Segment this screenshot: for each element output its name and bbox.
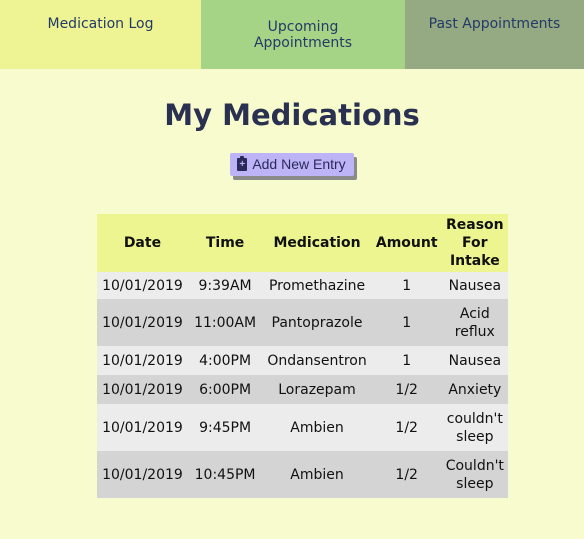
header-time: Time — [187, 214, 263, 272]
cell-medication: Ondansentron — [262, 346, 372, 375]
cell-reason: Anxiety — [441, 375, 508, 404]
cell-amount: 1 — [371, 346, 442, 375]
table-row: 10/01/2019 6:00PM Lorazepam 1/2 Anxiety — [97, 375, 508, 404]
tab-medication-log-label: Medication Log — [47, 15, 154, 32]
cell-reason: Acid reflux — [441, 299, 508, 346]
cell-amount: 1 — [371, 272, 442, 299]
cell-medication: Pantoprazole — [262, 299, 372, 346]
cell-date: 10/01/2019 — [97, 375, 188, 404]
header-amount: Amount — [371, 214, 442, 272]
cell-time: 9:45PM — [187, 404, 263, 451]
medication-table: Date Time Medication Amount Reason For I… — [97, 214, 508, 498]
cell-reason: Nausea — [441, 272, 508, 299]
cell-time: 4:00PM — [187, 346, 263, 375]
cell-medication: Ambien — [262, 451, 372, 498]
cell-date: 10/01/2019 — [97, 404, 188, 451]
add-entry-wrap: Add New Entry — [0, 153, 584, 176]
tab-upcoming-appointments-label: Upcoming Appointments — [253, 18, 353, 51]
cell-time: 11:00AM — [187, 299, 263, 346]
tab-past-appointments-label: Past Appointments — [428, 15, 561, 32]
add-new-entry-label: Add New Entry — [252, 156, 346, 172]
top-nav: Medication Log Upcoming Appointments Pas… — [0, 0, 584, 69]
cell-amount: 1/2 — [371, 375, 442, 404]
table-header-row: Date Time Medication Amount Reason For I… — [97, 214, 508, 272]
cell-medication: Ambien — [262, 404, 372, 451]
cell-time: 10:45PM — [187, 451, 263, 498]
table-row: 10/01/2019 9:45PM Ambien 1/2 couldn't sl… — [97, 404, 508, 451]
header-date: Date — [97, 214, 188, 272]
cell-date: 10/01/2019 — [97, 272, 188, 299]
header-medication: Medication — [262, 214, 372, 272]
header-reason: Reason For Intake — [441, 214, 508, 272]
cell-reason: Couldn't sleep — [441, 451, 508, 498]
table-row: 10/01/2019 10:45PM Ambien 1/2 Couldn't s… — [97, 451, 508, 498]
table-row: 10/01/2019 4:00PM Ondansentron 1 Nausea — [97, 346, 508, 375]
tab-medication-log[interactable]: Medication Log — [0, 0, 201, 69]
cell-amount: 1 — [371, 299, 442, 346]
cell-medication: Lorazepam — [262, 375, 372, 404]
cell-medication: Promethazine — [262, 272, 372, 299]
clipboard-plus-icon — [237, 155, 248, 171]
cell-date: 10/01/2019 — [97, 299, 188, 346]
tab-past-appointments[interactable]: Past Appointments — [405, 0, 584, 69]
add-new-entry-button[interactable]: Add New Entry — [230, 153, 354, 176]
cell-time: 6:00PM — [187, 375, 263, 404]
cell-date: 10/01/2019 — [97, 346, 188, 375]
table-row: 10/01/2019 9:39AM Promethazine 1 Nausea — [97, 272, 508, 299]
tab-upcoming-appointments[interactable]: Upcoming Appointments — [201, 0, 405, 69]
cell-amount: 1/2 — [371, 404, 442, 451]
cell-reason: Nausea — [441, 346, 508, 375]
cell-amount: 1/2 — [371, 451, 442, 498]
cell-reason: couldn't sleep — [441, 404, 508, 451]
table-row: 10/01/2019 11:00AM Pantoprazole 1 Acid r… — [97, 299, 508, 346]
page-title: My Medications — [164, 98, 420, 132]
cell-time: 9:39AM — [187, 272, 263, 299]
cell-date: 10/01/2019 — [97, 451, 188, 498]
